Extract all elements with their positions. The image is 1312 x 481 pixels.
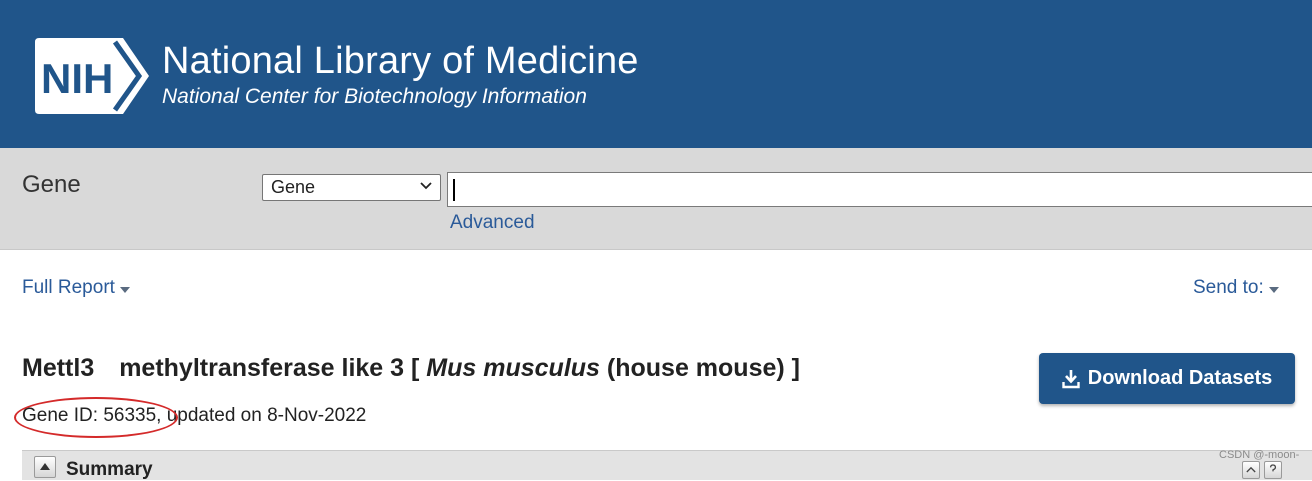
watermark: CSDN @-moon- — [1219, 449, 1300, 461]
database-label: Gene — [22, 171, 81, 198]
triangle-up-icon — [40, 463, 50, 470]
download-datasets-label: Download Datasets — [1087, 367, 1273, 389]
page-title: Mettl3 methyltransferase like 3 [ Mus mu… — [22, 354, 800, 383]
nih-logo[interactable]: NIH — [33, 38, 151, 114]
move-up-button[interactable] — [1242, 461, 1260, 479]
brand-subtitle[interactable]: National Center for Biotechnology Inform… — [162, 85, 587, 109]
database-select[interactable]: Gene — [262, 174, 441, 201]
chevron-down-icon — [420, 182, 432, 190]
section-controls — [1242, 461, 1292, 481]
help-button[interactable] — [1264, 461, 1282, 479]
text-caret — [453, 179, 455, 201]
logo-text: NIH — [41, 55, 113, 102]
organism-common-name: (house mouse) ] — [606, 354, 800, 382]
report-format-label: Full Report — [22, 277, 115, 298]
organism-name: Mus musculus — [426, 354, 600, 382]
advanced-search-link[interactable]: Advanced — [450, 212, 535, 234]
gene-id-line: Gene ID: 56335, updated on 8-Nov-2022 — [22, 405, 367, 426]
search-bar: Gene Gene Advanced — [0, 148, 1312, 250]
gene-symbol: Mettl3 — [22, 354, 95, 382]
summary-title: Summary — [66, 459, 153, 480]
collapse-summary-button[interactable] — [34, 456, 56, 478]
report-format-menu[interactable]: Full Report — [22, 277, 131, 299]
send-to-label: Send to: — [1193, 277, 1264, 298]
search-input[interactable] — [447, 172, 1312, 207]
chevron-up-icon — [1246, 466, 1256, 473]
gene-name: methyltransferase like 3 [ — [119, 354, 420, 382]
download-icon — [1062, 369, 1080, 388]
site-header: NIH National Library of Medicine Nationa… — [0, 0, 1312, 148]
summary-section-header[interactable]: Summary — [22, 450, 1312, 480]
triangle-down-icon — [119, 287, 130, 293]
help-icon — [1269, 464, 1277, 472]
database-select-value: Gene — [271, 177, 316, 197]
download-datasets-button[interactable]: Download Datasets — [1039, 353, 1295, 404]
brand-title[interactable]: National Library of Medicine — [162, 40, 639, 83]
send-to-menu[interactable]: Send to: — [1193, 277, 1280, 299]
triangle-down-icon — [1268, 287, 1279, 293]
